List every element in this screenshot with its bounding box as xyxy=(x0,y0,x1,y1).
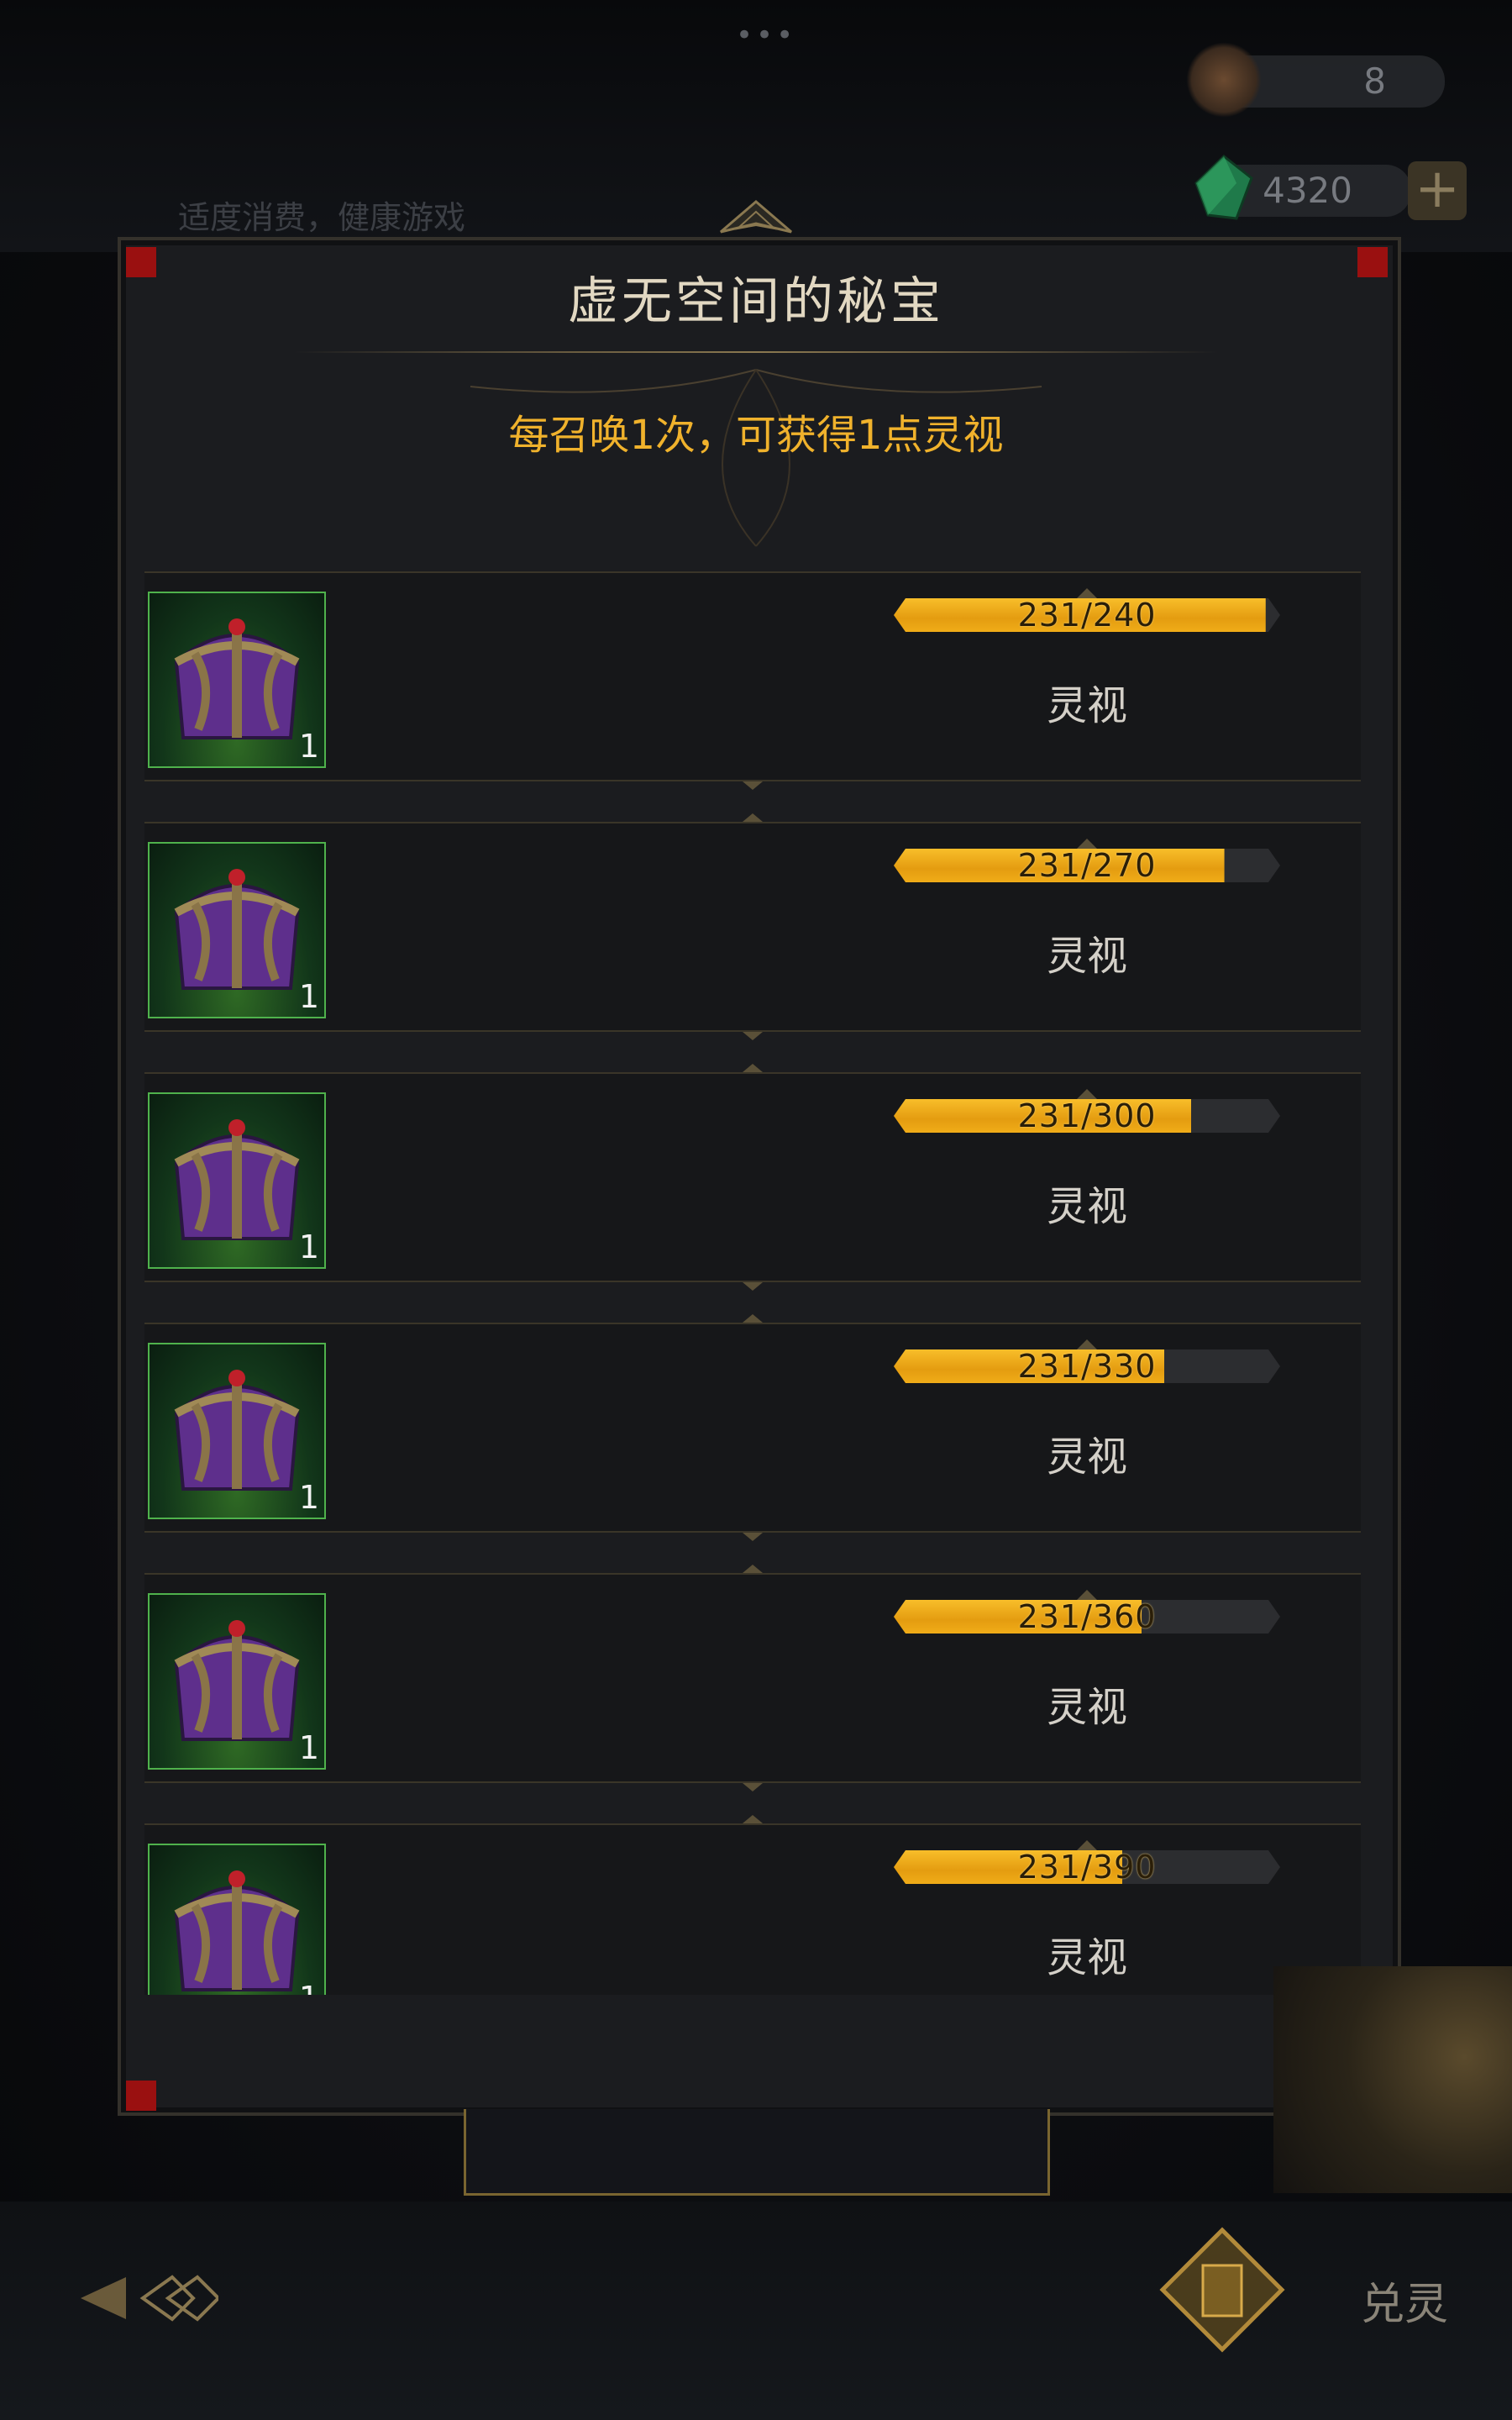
reward-row: 1 231/240 灵视 xyxy=(144,571,1361,790)
row-divider-chevron xyxy=(743,1815,763,1823)
progress-label: 231/360 xyxy=(1017,1598,1157,1635)
treasure-chest-icon xyxy=(174,869,300,990)
row-divider-chevron xyxy=(743,1783,763,1791)
treasure-chest-icon xyxy=(174,618,300,739)
add-gem-button[interactable]: + xyxy=(1408,161,1467,220)
treasure-chest-icon xyxy=(174,1620,300,1741)
vision-label: 灵视 xyxy=(1046,1434,1127,1481)
progress-label: 231/240 xyxy=(1017,597,1157,634)
item-count: 1 xyxy=(298,1228,319,1265)
dialog-subtitle: 每召唤1次，可获得1点灵视 xyxy=(508,412,1004,459)
more-dots-icon[interactable]: ••• xyxy=(736,18,796,52)
item-count: 1 xyxy=(298,978,319,1015)
treasure-chest-item[interactable]: 1 xyxy=(148,1092,326,1269)
treasure-chest-item[interactable]: 1 xyxy=(148,1343,326,1519)
vision-label: 灵视 xyxy=(1046,1934,1127,1981)
progress-label: 231/330 xyxy=(1017,1348,1157,1385)
row-divider-chevron xyxy=(743,1064,763,1072)
row-divider-chevron xyxy=(743,813,763,822)
health-notice: 适度消费，健康游戏 xyxy=(178,199,466,236)
vision-label: 灵视 xyxy=(1046,1183,1127,1230)
progress-bar: 231/270 xyxy=(894,839,1280,884)
title-divider xyxy=(294,351,1218,353)
reward-row: 1 231/300 灵视 xyxy=(144,1064,1361,1291)
progress-label: 231/390 xyxy=(1017,1849,1157,1886)
card-exchange-icon[interactable] xyxy=(1159,2227,1285,2353)
row-divider-chevron xyxy=(743,1282,763,1291)
item-count: 1 xyxy=(298,1729,319,1766)
back-arrow-icon[interactable] xyxy=(76,2260,218,2336)
treasure-chest-icon xyxy=(174,1370,300,1491)
vision-label: 灵视 xyxy=(1046,1684,1127,1731)
reward-list[interactable]: 1 231/240 灵视 1 231/270 灵视 1 231/300 灵视 1… xyxy=(144,571,1361,1995)
treasure-chest-icon xyxy=(174,1119,300,1240)
treasure-chest-item[interactable]: 1 xyxy=(148,842,326,1018)
progress-label: 231/300 xyxy=(1017,1097,1157,1134)
treasure-chest-item[interactable]: 1 xyxy=(148,1844,326,1995)
row-divider-chevron xyxy=(743,781,763,790)
bottom-bar xyxy=(0,2202,1512,2420)
progress-bar: 231/390 xyxy=(894,1840,1280,1886)
reward-row: 1 231/360 灵视 xyxy=(144,1565,1361,1791)
scroll-icon xyxy=(1186,42,1262,118)
row-divider-chevron xyxy=(743,1565,763,1573)
row-divider-chevron xyxy=(743,1032,763,1040)
treasure-chest-icon xyxy=(174,1870,300,1991)
top-ornament xyxy=(720,200,792,234)
item-count: 1 xyxy=(299,1980,319,1995)
treasure-chest-item[interactable]: 1 xyxy=(148,1593,326,1770)
corner-ornament xyxy=(126,2081,156,2111)
dialog-title: 虚无空间的秘宝 xyxy=(568,272,944,331)
row-divider-chevron xyxy=(743,1533,763,1541)
reward-row: 1 231/270 灵视 xyxy=(144,813,1361,1040)
reward-row: 1 231/330 灵视 xyxy=(144,1314,1361,1541)
reward-row: 1 231/390 灵视 xyxy=(144,1815,1361,1995)
progress-bar: 231/360 xyxy=(894,1590,1280,1635)
background-artwork xyxy=(1273,1966,1512,2193)
progress-label: 231/270 xyxy=(1017,847,1157,884)
row-divider-chevron xyxy=(743,1314,763,1323)
vision-label: 灵视 xyxy=(1046,682,1127,729)
exchange-label[interactable]: 兑灵 xyxy=(1361,2269,1448,2332)
gem-count: 4320 xyxy=(1263,170,1352,211)
summon-frame xyxy=(464,2109,1050,2196)
item-count: 1 xyxy=(298,1479,319,1516)
progress-bar: 231/330 xyxy=(894,1339,1280,1385)
item-count: 1 xyxy=(298,728,319,765)
progress-bar: 231/300 xyxy=(894,1089,1280,1134)
progress-bar: 231/240 xyxy=(894,588,1280,634)
vision-label: 灵视 xyxy=(1046,933,1127,980)
treasure-chest-item[interactable]: 1 xyxy=(148,592,326,768)
scroll-count: 8 xyxy=(1363,60,1386,102)
green-gem-icon xyxy=(1194,155,1253,220)
